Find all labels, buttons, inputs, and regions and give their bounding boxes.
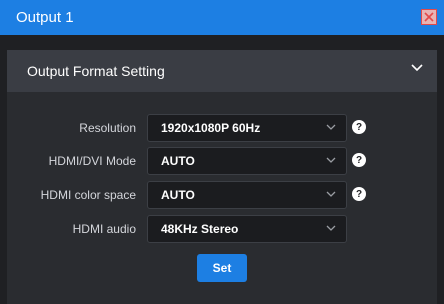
settings-panel: Output Format Setting Resolution 1920x10…: [7, 50, 437, 304]
section-title: Output Format Setting: [27, 63, 165, 79]
set-button[interactable]: Set: [197, 254, 247, 282]
help-icon[interactable]: ?: [352, 187, 366, 201]
resolution-value: 1920x1080P 60Hz: [161, 121, 261, 135]
section-header-output-format[interactable]: Output Format Setting: [7, 50, 437, 92]
hdmi-audio-label: HDMI audio: [72, 222, 136, 236]
hdmi-dvi-mode-label: HDMI/DVI Mode: [48, 154, 136, 168]
output-settings-window: Output 1 Output Format Setting Resolutio…: [0, 0, 444, 304]
field-row-hdmi-color-space: HDMI color space AUTO ?: [7, 181, 437, 209]
hdmi-color-space-label: HDMI color space: [40, 188, 136, 202]
chevron-down-icon: [326, 191, 336, 197]
hdmi-dvi-mode-value: AUTO: [161, 154, 195, 168]
resolution-select[interactable]: 1920x1080P 60Hz: [147, 114, 347, 142]
field-row-hdmi-audio: HDMI audio 48KHz Stereo: [7, 215, 437, 243]
resolution-label: Resolution: [79, 121, 136, 135]
chevron-down-icon[interactable]: [411, 64, 423, 72]
field-row-resolution: Resolution 1920x1080P 60Hz ?: [7, 114, 437, 142]
hdmi-color-space-value: AUTO: [161, 188, 195, 202]
hdmi-audio-value: 48KHz Stereo: [161, 222, 239, 236]
help-icon[interactable]: ?: [352, 153, 366, 167]
window-title: Output 1: [16, 9, 74, 26]
chevron-down-icon: [326, 225, 336, 231]
hdmi-audio-select[interactable]: 48KHz Stereo: [147, 215, 347, 243]
hdmi-color-space-select[interactable]: AUTO: [147, 181, 347, 209]
help-icon[interactable]: ?: [352, 120, 366, 134]
close-icon: [424, 12, 434, 22]
chevron-down-icon: [326, 124, 336, 130]
close-button[interactable]: [421, 9, 437, 25]
chevron-down-icon: [326, 157, 336, 163]
field-row-hdmi-dvi-mode: HDMI/DVI Mode AUTO ?: [7, 147, 437, 175]
hdmi-dvi-mode-select[interactable]: AUTO: [147, 147, 347, 175]
title-bar: Output 1: [0, 0, 444, 35]
